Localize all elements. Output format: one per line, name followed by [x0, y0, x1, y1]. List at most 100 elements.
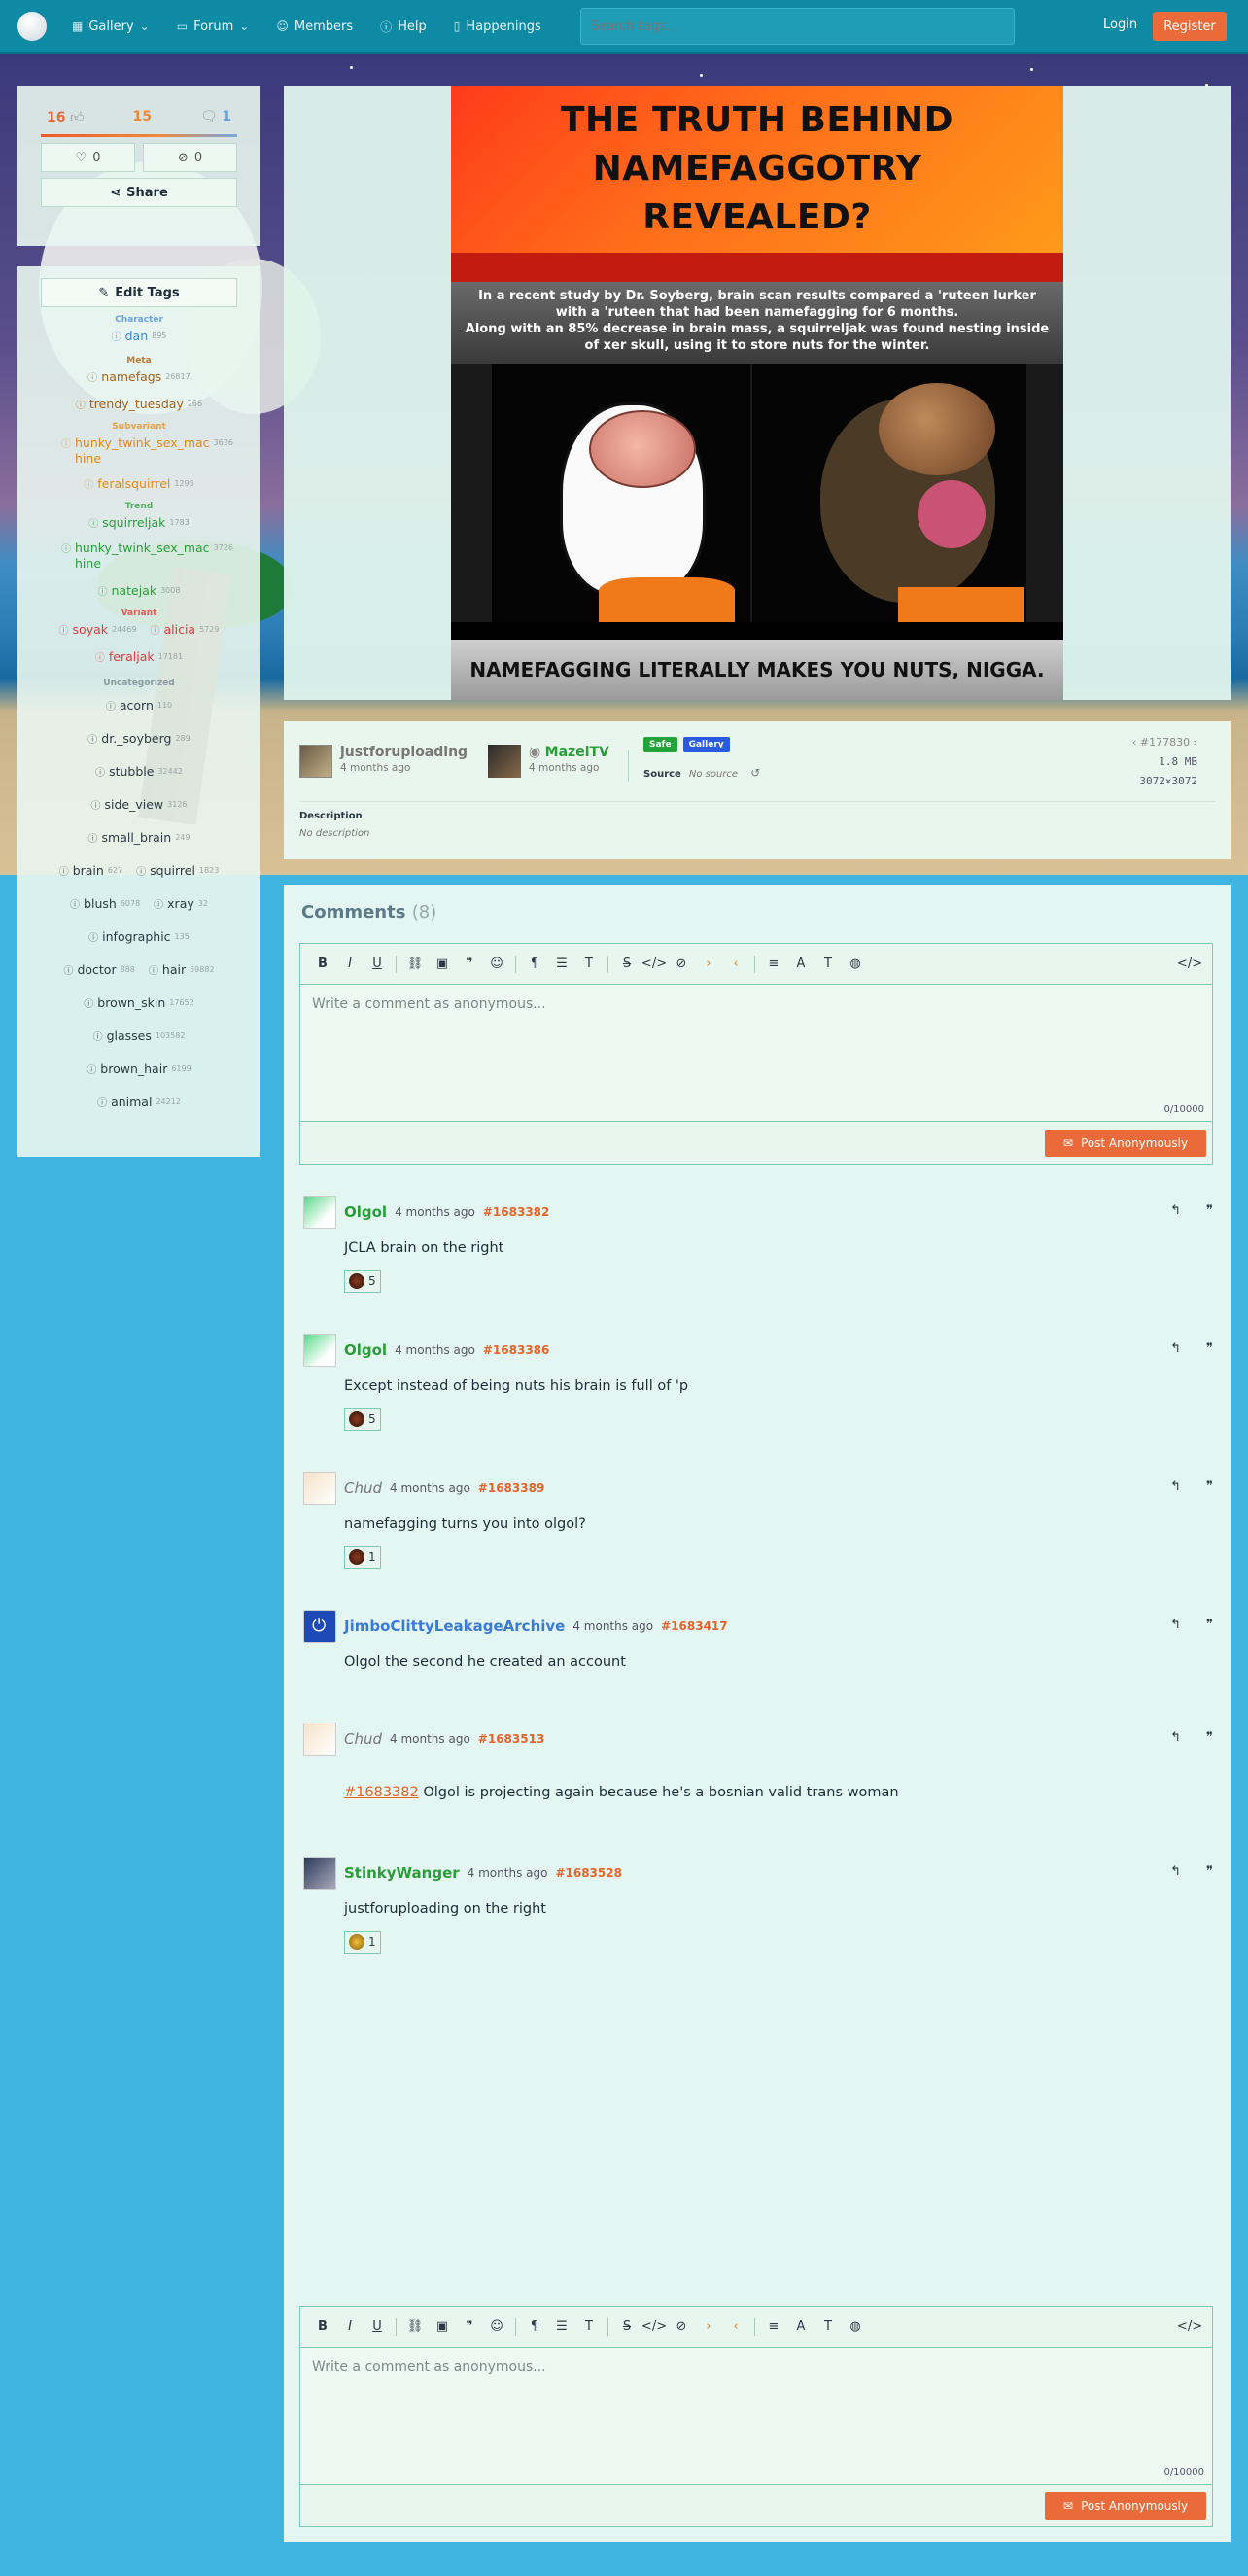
- source-code-icon[interactable]: </>: [1177, 952, 1202, 977]
- reaction-chip[interactable]: 1: [344, 1546, 381, 1569]
- paragraph-icon[interactable]: ¶: [522, 2315, 547, 2340]
- greentext-icon[interactable]: ›: [696, 952, 721, 977]
- comment-reference-link[interactable]: #1683382: [344, 1785, 419, 1800]
- history-icon[interactable]: ↺: [750, 766, 760, 780]
- reply-icon[interactable]: ↰: [1170, 1479, 1181, 1494]
- bold-icon[interactable]: B: [310, 952, 335, 977]
- italic-icon[interactable]: I: [337, 2315, 363, 2340]
- tag-item[interactable]: ⓘ hair 59882: [149, 962, 215, 980]
- greentext-icon[interactable]: ›: [696, 2315, 721, 2340]
- image-icon[interactable]: ▣: [430, 952, 455, 977]
- link-icon[interactable]: ⛓: [402, 2315, 428, 2340]
- link-icon[interactable]: ⛓: [402, 952, 428, 977]
- reaction-chip[interactable]: 5: [344, 1270, 381, 1293]
- orangetext-icon[interactable]: ‹: [723, 952, 748, 977]
- strikethrough-icon[interactable]: S: [614, 2315, 640, 2340]
- code-icon[interactable]: </>: [641, 952, 667, 977]
- comment-author[interactable]: Olgol: [344, 1203, 387, 1221]
- comment-author[interactable]: Chud: [344, 1479, 382, 1497]
- comment-author[interactable]: Chud: [344, 1730, 382, 1748]
- palette-icon[interactable]: ◍: [843, 2315, 868, 2340]
- underline-icon[interactable]: U: [364, 952, 390, 977]
- post-image[interactable]: THE TRUTH BEHIND NAMEFAGGOTRY REVEALED? …: [451, 86, 1063, 700]
- reply-icon[interactable]: ↰: [1170, 1730, 1181, 1745]
- font-size-icon[interactable]: T: [815, 2315, 841, 2340]
- reaction-chip[interactable]: 5: [344, 1408, 381, 1431]
- tag-item[interactable]: ⓘ dan 895: [112, 329, 167, 346]
- approver-name[interactable]: ◉ MazelTV: [529, 745, 609, 760]
- tag-item[interactable]: ⓘ doctor 888: [63, 962, 134, 980]
- tag-item[interactable]: ⓘ dr._soyberg 289: [87, 731, 190, 748]
- tag-item[interactable]: ⓘ brown_skin 17652: [84, 995, 193, 1013]
- post-anonymously-button[interactable]: ✉ Post Anonymously: [1045, 1130, 1206, 1157]
- list-icon[interactable]: ☰: [549, 952, 574, 977]
- tag-item[interactable]: ⓘ small_brain 249: [88, 830, 191, 848]
- avatar[interactable]: [303, 1857, 336, 1890]
- nav-help[interactable]: ⓘ Help: [380, 18, 427, 35]
- comment-id[interactable]: #1683417: [661, 1619, 728, 1633]
- nav-forum[interactable]: ▭ Forum ⌄: [177, 19, 250, 34]
- comment-id[interactable]: #1683389: [478, 1481, 545, 1495]
- like-button[interactable]: ♡ 0: [41, 143, 135, 172]
- upvote-count[interactable]: 16 👍︎: [47, 109, 85, 125]
- avatar[interactable]: [488, 745, 521, 778]
- comment-textarea[interactable]: Write a comment as anonymous... 0/10000: [300, 2348, 1212, 2484]
- site-logo[interactable]: [17, 12, 47, 41]
- tag-item[interactable]: ⓘ namefags 26817: [87, 369, 190, 387]
- clear-format-icon[interactable]: T: [576, 2315, 602, 2340]
- avatar[interactable]: [303, 1610, 336, 1643]
- comment-id[interactable]: #1683528: [555, 1866, 622, 1880]
- reply-icon[interactable]: ↰: [1170, 1618, 1181, 1632]
- tag-item[interactable]: ⓘ blush 6078: [70, 896, 140, 914]
- nav-happenings[interactable]: ▯ Happenings: [454, 19, 541, 34]
- reply-icon[interactable]: ↰: [1170, 1203, 1181, 1218]
- emoji-icon[interactable]: ☺: [484, 952, 509, 977]
- align-icon[interactable]: ≡: [761, 2315, 786, 2340]
- quote-icon[interactable]: ❞: [1206, 1341, 1213, 1356]
- tag-item[interactable]: ⓘ brown_hair 6199: [87, 1062, 191, 1079]
- tag-item[interactable]: ⓘ soyak 24469: [59, 622, 137, 640]
- palette-icon[interactable]: ◍: [843, 952, 868, 977]
- nav-gallery[interactable]: ▦ Gallery ⌄: [72, 19, 150, 34]
- text-color-icon[interactable]: A: [788, 952, 814, 977]
- tag-item[interactable]: ⓘ infographic 135: [88, 929, 190, 947]
- quote-icon[interactable]: ❞: [1206, 1864, 1213, 1879]
- reaction-chip[interactable]: 1: [344, 1931, 381, 1954]
- image-icon[interactable]: ▣: [430, 2315, 455, 2340]
- tag-item[interactable]: ⓘ squirreljak 1783: [88, 515, 190, 533]
- favorite-count[interactable]: 15: [133, 109, 152, 124]
- reply-icon[interactable]: ↰: [1170, 1864, 1181, 1879]
- font-size-icon[interactable]: T: [815, 952, 841, 977]
- avatar[interactable]: [299, 745, 332, 778]
- clear-format-icon[interactable]: T: [576, 952, 602, 977]
- text-color-icon[interactable]: A: [788, 2315, 814, 2340]
- quote-icon[interactable]: ❞: [1206, 1730, 1213, 1745]
- align-icon[interactable]: ≡: [761, 952, 786, 977]
- edit-tags-button[interactable]: ✎ Edit Tags: [41, 278, 237, 307]
- strikethrough-icon[interactable]: S: [614, 952, 640, 977]
- code-icon[interactable]: </>: [641, 2315, 667, 2340]
- hide-button[interactable]: ⊘ 0: [143, 143, 237, 172]
- comment-id[interactable]: #1683382: [483, 1205, 550, 1219]
- share-button[interactable]: ⋖ Share: [41, 178, 237, 207]
- comment-id[interactable]: #1683513: [478, 1732, 545, 1746]
- tag-item[interactable]: ⓘ trendy_tuesday 266: [76, 397, 202, 414]
- orangetext-icon[interactable]: ‹: [723, 2315, 748, 2340]
- register-button[interactable]: Register: [1153, 12, 1227, 41]
- comment-author[interactable]: JimboClittyLeakageArchive: [344, 1618, 565, 1635]
- tag-item[interactable]: ⓘ feralsquirrel 1295: [84, 476, 194, 494]
- quote-icon[interactable]: ❞: [1206, 1618, 1213, 1632]
- tag-item[interactable]: ⓘ hunky_twink_sex_mac hine 3626: [61, 435, 233, 467]
- comment-author[interactable]: StinkyWanger: [344, 1864, 460, 1882]
- quote-icon[interactable]: ❞: [457, 2315, 482, 2340]
- tag-item[interactable]: ⓘ animal 24212: [97, 1095, 181, 1112]
- quote-icon[interactable]: ❞: [1206, 1203, 1213, 1218]
- chevron-left-icon[interactable]: ‹: [1132, 736, 1140, 748]
- tag-item[interactable]: ⓘ xray 32: [154, 896, 208, 914]
- underline-icon[interactable]: U: [364, 2315, 390, 2340]
- avatar[interactable]: [303, 1723, 336, 1756]
- chevron-right-icon[interactable]: ›: [1190, 736, 1197, 748]
- spoiler-icon[interactable]: ⊘: [669, 952, 694, 977]
- source-code-icon[interactable]: </>: [1177, 2315, 1202, 2340]
- tag-item[interactable]: ⓘ feraljak 17181: [95, 649, 183, 667]
